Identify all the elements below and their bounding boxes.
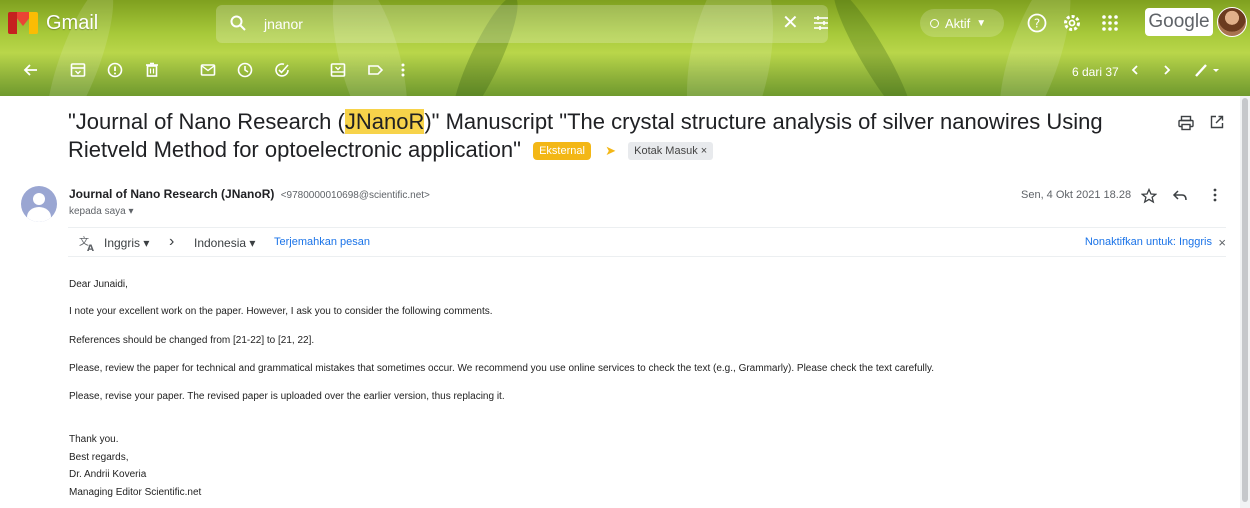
importance-marker-icon[interactable]: ➤ [605, 137, 616, 165]
source-language-select[interactable]: Inggris ▾ [104, 236, 149, 250]
label-icon[interactable] [366, 61, 384, 79]
subject-text-start: "Journal of Nano Research ( [68, 109, 345, 134]
message-toolbar: 6 dari 37 [0, 46, 1250, 96]
header-background: Gmail jnanor ✕ Aktif ▼ ? Google 6 dari 3… [0, 0, 1250, 96]
translate-icon: 文A [79, 235, 94, 252]
chevron-left-icon[interactable] [1128, 61, 1142, 79]
clear-search-icon[interactable]: ✕ [782, 13, 799, 33]
chevron-down-icon: ▼ [976, 17, 987, 29]
close-translate-bar-icon[interactable]: × [1218, 235, 1226, 250]
delete-icon[interactable] [143, 61, 161, 79]
scrollbar-thumb[interactable] [1242, 98, 1248, 502]
target-language-select[interactable]: Indonesia ▾ [194, 236, 255, 250]
sender-avatar[interactable] [21, 186, 57, 222]
email-greeting: Dear Junaidi, [69, 279, 128, 290]
email-paragraph: I note your excellent work on the paper.… [69, 306, 493, 317]
help-icon[interactable]: ? [1027, 13, 1047, 33]
more-options-icon[interactable] [1212, 187, 1218, 203]
open-in-new-window-icon[interactable] [1209, 114, 1225, 130]
google-account-logo[interactable]: Google [1145, 8, 1213, 36]
gmail-logo[interactable]: Gmail [8, 8, 98, 38]
disable-translation-link[interactable]: Nonaktifkan untuk: Inggris [1085, 236, 1212, 248]
account-avatar[interactable] [1217, 7, 1247, 37]
scrollbar[interactable] [1240, 96, 1250, 508]
print-icon[interactable] [1177, 114, 1195, 132]
search-options-icon[interactable] [812, 14, 830, 32]
sender-name[interactable]: Journal of Nano Research (JNanoR) [69, 187, 274, 201]
svg-text:?: ? [1034, 17, 1040, 31]
chevron-right-icon: › [169, 233, 175, 250]
email-signature-name: Dr. Andrii Koveria [69, 469, 147, 480]
subject-search-highlight: JNanoR [344, 109, 425, 134]
archive-icon[interactable] [69, 61, 87, 79]
gmail-logo-text: Gmail [46, 11, 99, 34]
move-to-icon[interactable] [329, 61, 347, 79]
mark-unread-icon[interactable] [199, 61, 217, 79]
email-closing-line: Thank you. [69, 434, 119, 445]
status-label: Aktif [945, 15, 971, 31]
email-paragraph: Please, review the paper for technical a… [69, 363, 934, 374]
gmail-m-icon [8, 12, 38, 34]
sender-email: <9780000010698@scientific.net> [280, 190, 430, 201]
external-label[interactable]: Eksternal [533, 142, 591, 161]
svg-text:A: A [87, 244, 94, 252]
search-icon[interactable] [230, 15, 246, 31]
more-actions-icon[interactable] [400, 61, 406, 79]
email-paragraph: Please, revise your paper. The revised p… [69, 391, 505, 402]
gear-icon[interactable] [1062, 13, 1082, 33]
chevron-right-icon[interactable] [1160, 61, 1174, 79]
translate-bar: 文A Inggris ▾ › Indonesia ▾ Terjemahkan p… [68, 227, 1226, 257]
sender-info: Journal of Nano Research (JNanoR) <97800… [69, 187, 430, 201]
apps-grid-icon[interactable] [1100, 13, 1120, 33]
status-dropdown[interactable]: Aktif ▼ [920, 9, 1004, 37]
recipient-details-toggle[interactable]: kepada saya ▾ [69, 206, 134, 217]
search-input[interactable]: jnanor [264, 16, 303, 32]
email-paragraph: References should be changed from [21-22… [69, 335, 315, 346]
star-icon[interactable] [1141, 188, 1157, 204]
email-subject: "Journal of Nano Research (JNanoR)" Manu… [68, 108, 1148, 165]
add-task-icon[interactable] [273, 61, 291, 79]
email-signature-title: Managing Editor Scientific.net [69, 487, 202, 498]
reply-icon[interactable] [1172, 189, 1188, 203]
snooze-clock-icon[interactable] [236, 61, 254, 79]
report-spam-icon[interactable] [106, 61, 124, 79]
back-arrow-icon[interactable] [22, 61, 40, 79]
email-date: Sen, 4 Okt 2021 18.28 [1021, 189, 1132, 201]
input-tools-icon[interactable] [1193, 61, 1223, 79]
status-dot-icon [930, 18, 939, 28]
translate-message-link[interactable]: Terjemahkan pesan [274, 236, 370, 248]
email-closing-line: Best regards, [69, 452, 129, 463]
search-bar[interactable]: jnanor ✕ [216, 5, 828, 43]
inbox-label[interactable]: Kotak Masuk × [628, 142, 714, 161]
pager-text: 6 dari 37 [1072, 65, 1119, 79]
top-bar: Gmail jnanor ✕ Aktif ▼ ? Google [0, 0, 1250, 46]
